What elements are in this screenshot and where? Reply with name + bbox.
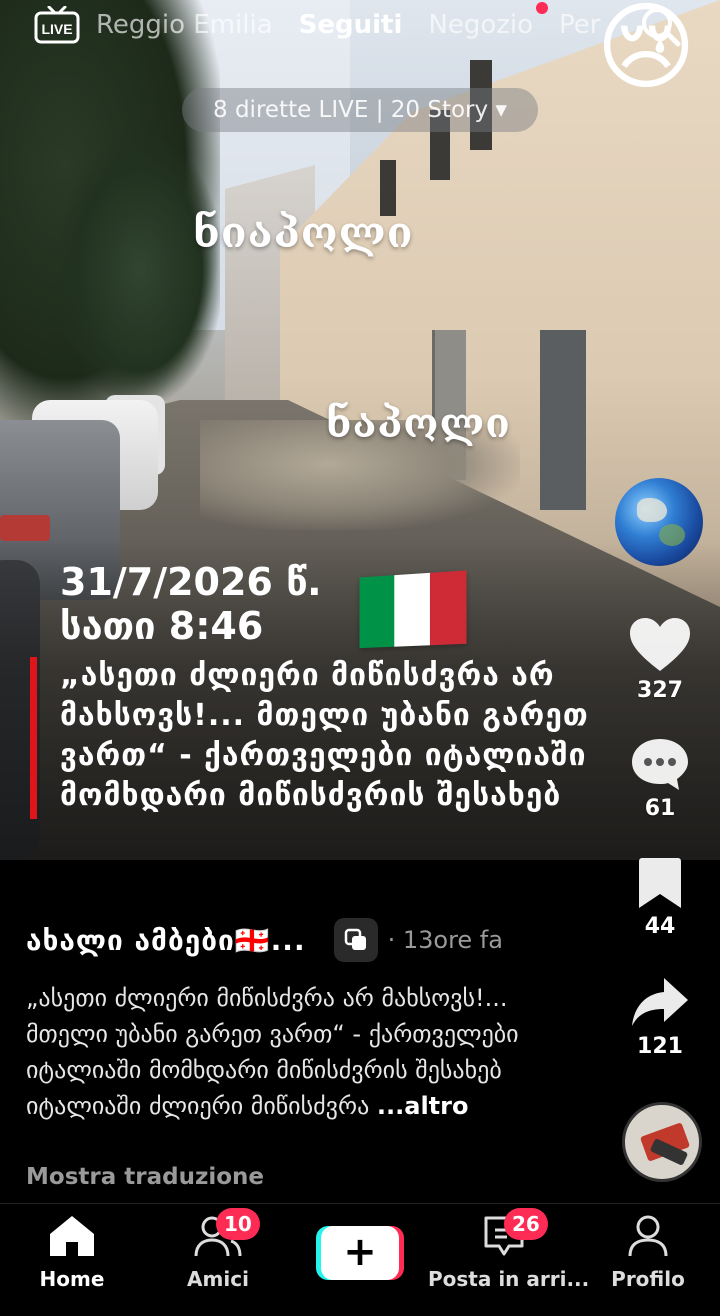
share-arrow-icon bbox=[632, 978, 688, 1026]
overlay-city-label: ნიაპოლი bbox=[193, 208, 414, 257]
plus-icon: + bbox=[321, 1226, 399, 1280]
heart-icon bbox=[630, 618, 690, 671]
author-name[interactable]: ახალი ამბები🇬🇪... bbox=[26, 924, 306, 957]
overlay-time: სათი 8:46 bbox=[60, 604, 264, 648]
tree-left-lower bbox=[60, 140, 220, 400]
shop-notification-dot bbox=[536, 2, 548, 14]
nav-home-label: Home bbox=[39, 1267, 105, 1291]
overlay-headline: „ასეთი ძლიერი მიწისძვრა არ მახსოვს!... მ… bbox=[60, 658, 589, 813]
bookmark-icon bbox=[639, 858, 681, 908]
nav-profile[interactable]: Profilo bbox=[606, 1214, 690, 1291]
like-count: 327 bbox=[637, 678, 683, 703]
save-count: 44 bbox=[644, 914, 676, 939]
music-disc-icon[interactable] bbox=[622, 1102, 702, 1182]
creator-avatar[interactable] bbox=[615, 478, 703, 566]
share-button[interactable]: 121 bbox=[620, 976, 700, 1059]
svg-text:LIVE: LIVE bbox=[41, 21, 72, 37]
live-stories-pill[interactable]: 8 dirette LIVE | 20 Story ▾ bbox=[182, 88, 538, 132]
nav-home[interactable]: Home bbox=[30, 1214, 114, 1291]
repost-icon[interactable] bbox=[333, 918, 378, 962]
more-link[interactable]: ...altro bbox=[377, 1092, 469, 1120]
comment-button[interactable]: 61 bbox=[620, 736, 700, 821]
share-count: 121 bbox=[637, 1034, 683, 1059]
italy-flag-icon bbox=[359, 570, 467, 649]
live-tv-icon[interactable]: LIVE bbox=[34, 6, 80, 44]
home-icon bbox=[50, 1216, 94, 1256]
profile-icon bbox=[628, 1215, 668, 1257]
feed-tabs: Reggio Emilia Seguiti Negozio Per bbox=[96, 10, 600, 40]
translate-link[interactable]: Mostra traduzione bbox=[26, 1164, 264, 1190]
headline-accent-bar bbox=[30, 657, 37, 819]
like-button[interactable]: 327 bbox=[620, 616, 700, 703]
friends-badge: 10 bbox=[216, 1208, 260, 1240]
comment-icon bbox=[632, 739, 688, 790]
author-row: ახალი ამბები🇬🇪... · 13ore fa bbox=[26, 918, 503, 962]
comment-count: 61 bbox=[644, 796, 676, 821]
tab-location[interactable]: Reggio Emilia bbox=[96, 10, 273, 40]
nav-inbox-label: Posta in arri... bbox=[428, 1267, 590, 1291]
tab-following[interactable]: Seguiti bbox=[299, 10, 403, 40]
save-button[interactable]: 44 bbox=[620, 856, 700, 939]
overlay-date: 31/7/2026 წ. bbox=[60, 560, 322, 604]
search-icon[interactable] bbox=[636, 2, 684, 50]
nav-profile-label: Profilo bbox=[611, 1267, 685, 1291]
shop-entrance bbox=[540, 330, 586, 510]
inbox-badge: 26 bbox=[504, 1208, 548, 1240]
top-navigation: LIVE Reggio Emilia Seguiti Negozio Per 😢 bbox=[0, 0, 720, 102]
post-caption[interactable]: „ასეთი ძლიერი მიწისძვრა არ მახსოვს!... მ… bbox=[26, 980, 586, 1124]
create-button[interactable]: + bbox=[316, 1226, 404, 1280]
overlay-city-label-2: ნაპოლი bbox=[326, 400, 511, 447]
nav-friends-label: Amici bbox=[187, 1267, 249, 1291]
tab-shop[interactable]: Negozio bbox=[428, 10, 533, 40]
posted-time: · 13ore fa bbox=[387, 926, 503, 954]
